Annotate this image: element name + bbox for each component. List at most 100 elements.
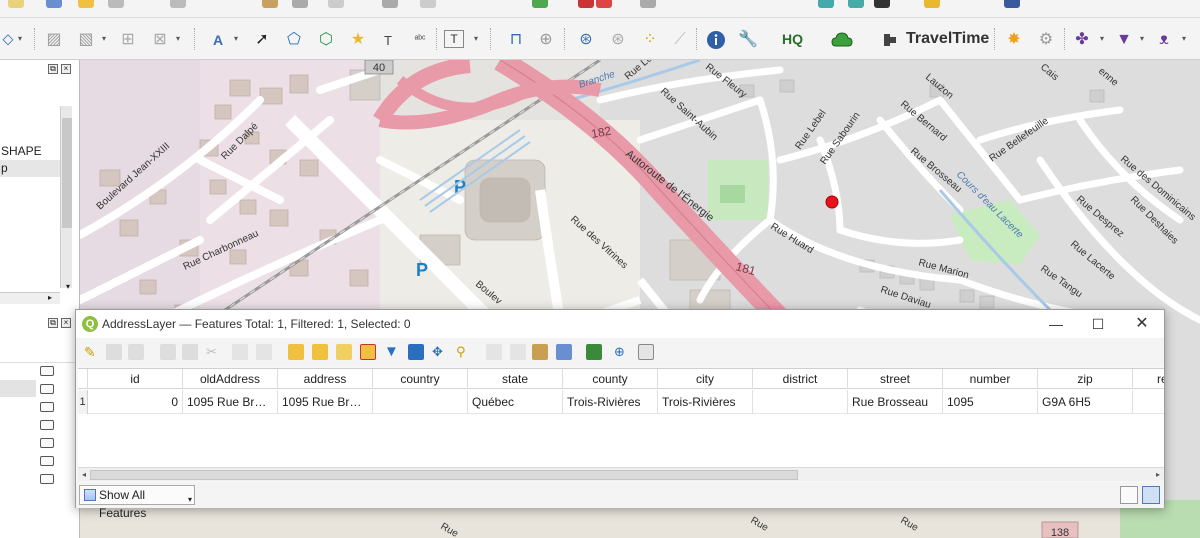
- cell-city[interactable]: Trois-Rivières: [658, 390, 753, 414]
- filter-icon[interactable]: ▼: [1112, 28, 1136, 52]
- cell-old-address[interactable]: 1095 Rue Bross...: [183, 390, 278, 414]
- tool-icon[interactable]: [1004, 0, 1020, 8]
- chevron-down-icon[interactable]: ▾: [102, 34, 110, 43]
- abc-label-icon[interactable]: ᵃᵇᶜ: [408, 28, 432, 52]
- conditional-format-icon[interactable]: [556, 344, 572, 360]
- close-icon[interactable]: ×: [61, 318, 71, 328]
- chevron-left-icon[interactable]: ◂: [78, 468, 90, 482]
- table-horizontal-scrollbar[interactable]: ◂ ▸: [78, 467, 1164, 481]
- chevron-down-icon[interactable]: ▾: [1100, 34, 1108, 43]
- field-calculator-icon[interactable]: [532, 344, 548, 360]
- tool-icon[interactable]: [874, 0, 890, 8]
- cloud-plugin-icon[interactable]: [830, 28, 854, 52]
- chevron-down-icon[interactable]: ▾: [474, 34, 482, 43]
- chevron-down-icon[interactable]: ▾: [1182, 34, 1190, 43]
- layer-toggle-icon[interactable]: [40, 402, 54, 412]
- node-tool-icon[interactable]: ⬦: [0, 28, 20, 52]
- column-header[interactable]: street: [848, 369, 943, 389]
- puzzle-icon[interactable]: ✤: [1070, 28, 1094, 52]
- new-field-icon[interactable]: [486, 344, 502, 360]
- tool-icon[interactable]: [170, 0, 186, 8]
- close-button[interactable]: ✕: [1128, 314, 1156, 334]
- star-icon[interactable]: ★: [346, 28, 370, 52]
- browser-item[interactable]: SHAPE: [0, 143, 60, 160]
- tool-icon[interactable]: [328, 0, 344, 8]
- info-icon[interactable]: [704, 28, 728, 52]
- chevron-down-icon[interactable]: ▾: [176, 34, 184, 43]
- cell-zip[interactable]: G9A 6H5: [1038, 390, 1133, 414]
- tool-icon[interactable]: [262, 0, 278, 8]
- column-header[interactable]: address: [278, 369, 373, 389]
- vertical-scrollbar[interactable]: [60, 106, 72, 288]
- pin-icon[interactable]: ⊓: [504, 28, 528, 52]
- plugin-icon[interactable]: ᴥ: [1152, 28, 1176, 52]
- undock-icon[interactable]: ⧉: [48, 64, 58, 74]
- invert-selection-icon[interactable]: [336, 344, 352, 360]
- column-header[interactable]: oldAddress: [183, 369, 278, 389]
- table-view-button[interactable]: [1142, 486, 1160, 504]
- tool-icon[interactable]: [924, 0, 940, 8]
- cell-number[interactable]: 1095: [943, 390, 1038, 414]
- close-icon[interactable]: ×: [61, 64, 71, 74]
- traveltime-label[interactable]: TravelTime: [906, 30, 989, 48]
- layer-toggle-icon[interactable]: [40, 438, 54, 448]
- select-by-expression-icon[interactable]: [288, 344, 304, 360]
- record-icon[interactable]: [578, 0, 594, 8]
- filter-icon[interactable]: ▼: [384, 344, 400, 360]
- layer-toggle-icon[interactable]: [40, 384, 54, 394]
- paste-icon[interactable]: [256, 344, 272, 360]
- digitize-icon[interactable]: ▨: [42, 28, 66, 52]
- georeference-icon[interactable]: ⊛: [606, 28, 630, 52]
- georeference-icon[interactable]: ⊛: [574, 28, 598, 52]
- column-header[interactable]: city: [658, 369, 753, 389]
- column-header[interactable]: country: [373, 369, 468, 389]
- delete-field-icon[interactable]: [510, 344, 526, 360]
- column-header[interactable]: zip: [1038, 369, 1133, 389]
- text-annotation-icon[interactable]: T: [444, 30, 464, 48]
- cell-state[interactable]: Québec: [468, 390, 563, 414]
- digitize-icon[interactable]: ▧: [74, 28, 98, 52]
- scrollbar-thumb[interactable]: [90, 470, 798, 480]
- column-header[interactable]: number: [943, 369, 1038, 389]
- move-selection-top-icon[interactable]: [408, 344, 424, 360]
- add-node-icon[interactable]: ⬠: [282, 28, 306, 52]
- cell-partial[interactable]: [1133, 390, 1164, 414]
- tool-icon[interactable]: [818, 0, 834, 8]
- pencil-icon[interactable]: [78, 0, 94, 8]
- chevron-down-icon[interactable]: ▾: [234, 34, 242, 43]
- tool-icon[interactable]: [420, 0, 436, 8]
- layer-row-selected[interactable]: [0, 380, 36, 397]
- delete-icon[interactable]: [292, 0, 308, 8]
- text-tool-icon[interactable]: T: [376, 28, 400, 52]
- undock-icon[interactable]: ⧉: [48, 318, 58, 328]
- maximize-button[interactable]: ☐: [1084, 314, 1112, 334]
- gear-icon[interactable]: ⚙: [1034, 28, 1058, 52]
- cell-country[interactable]: [373, 390, 468, 414]
- cell-district[interactable]: [753, 390, 848, 414]
- column-header[interactable]: state: [468, 369, 563, 389]
- label-icon[interactable]: A: [206, 28, 230, 52]
- reload-icon[interactable]: [160, 344, 176, 360]
- hq-plugin-label[interactable]: HQ: [782, 31, 803, 47]
- tool-icon[interactable]: [848, 0, 864, 8]
- gear-plugin-icon[interactable]: ✸: [1002, 28, 1026, 52]
- layer-toggle-icon[interactable]: [40, 474, 54, 484]
- deselect-icon[interactable]: [360, 344, 376, 360]
- edit-icon[interactable]: [46, 0, 62, 8]
- multi-edit-icon[interactable]: [106, 344, 122, 360]
- select-all-icon[interactable]: [312, 344, 328, 360]
- tool-icon[interactable]: ⟋: [668, 28, 692, 52]
- browser-item[interactable]: p: [0, 160, 60, 177]
- chevron-down-icon[interactable]: ▾: [1140, 34, 1148, 43]
- traveltime-icon[interactable]: [878, 28, 902, 52]
- minimize-button[interactable]: —: [1042, 314, 1070, 334]
- column-header[interactable]: re: [1133, 369, 1164, 389]
- chevron-right-icon[interactable]: ▸: [1152, 468, 1164, 482]
- layer-toggle-icon[interactable]: [40, 420, 54, 430]
- wrench-icon[interactable]: 🔧: [736, 28, 760, 52]
- layer-toggle-icon[interactable]: [40, 456, 54, 466]
- table-row[interactable]: 1 0 1095 Rue Bross... 1095 Rue Bross... …: [78, 390, 1164, 414]
- zoom-to-selection-icon[interactable]: ⚲: [456, 344, 472, 360]
- window-titlebar[interactable]: Q AddressLayer — Features Total: 1, Filt…: [76, 310, 1164, 338]
- chevron-down-icon[interactable]: ▾: [18, 34, 26, 43]
